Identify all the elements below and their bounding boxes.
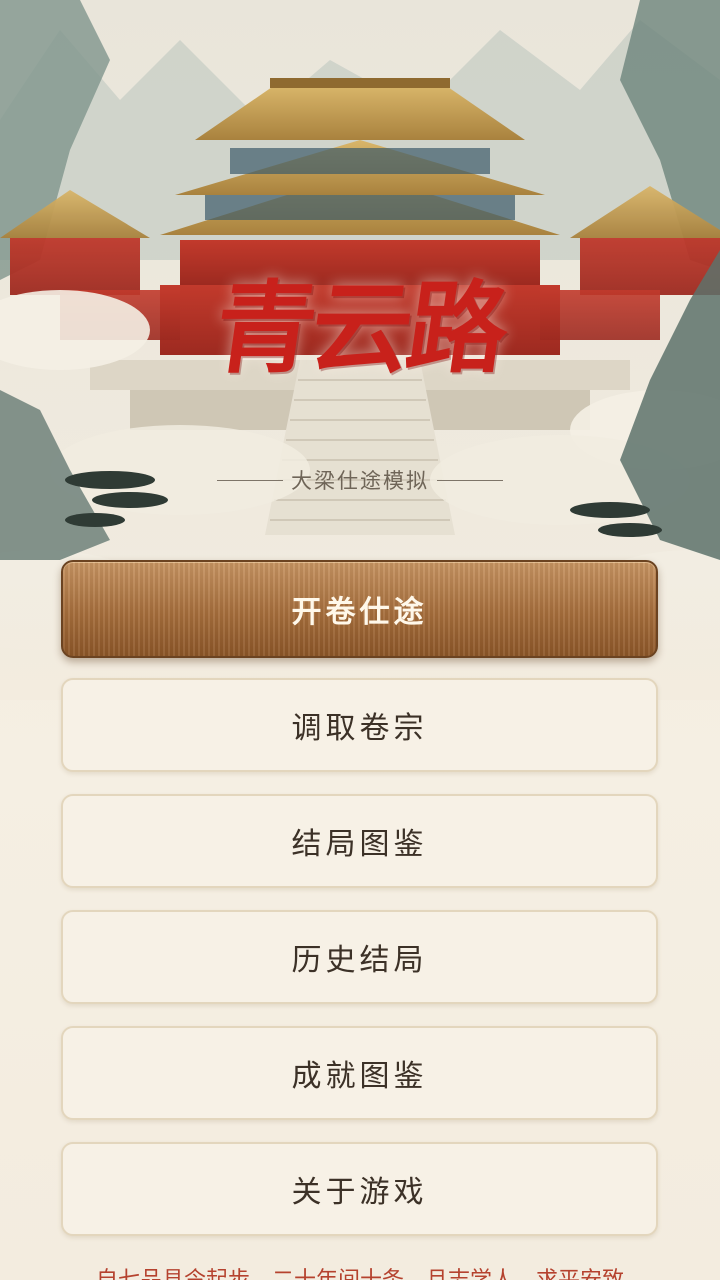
load-save-button[interactable]: 调取卷宗 xyxy=(61,678,658,772)
main-menu-screen: 青云路 大梁仕途模拟 开卷仕途 调取卷宗 结局图鉴 历史结局 成就图鉴 关于游戏… xyxy=(0,0,720,1280)
game-title: 青云路 xyxy=(207,269,513,387)
subtitle-divider-left xyxy=(217,479,283,481)
main-menu: 开卷仕途 调取卷宗 结局图鉴 历史结局 成就图鉴 关于游戏 xyxy=(61,560,658,1258)
about-game-button[interactable]: 关于游戏 xyxy=(61,1142,658,1236)
endings-gallery-button[interactable]: 结局图鉴 xyxy=(61,794,658,888)
subtitle-divider-right xyxy=(437,479,503,481)
achievements-gallery-button[interactable]: 成就图鉴 xyxy=(61,1026,658,1120)
start-career-button[interactable]: 开卷仕途 xyxy=(61,560,658,658)
subtitle-row: 大梁仕途模拟 xyxy=(0,462,720,498)
history-endings-button[interactable]: 历史结局 xyxy=(61,910,658,1004)
game-subtitle: 大梁仕途模拟 xyxy=(291,469,429,493)
footer-tagline: 自七品县令起步，二十年间十条，且志学人，求平安致 xyxy=(0,1266,720,1280)
